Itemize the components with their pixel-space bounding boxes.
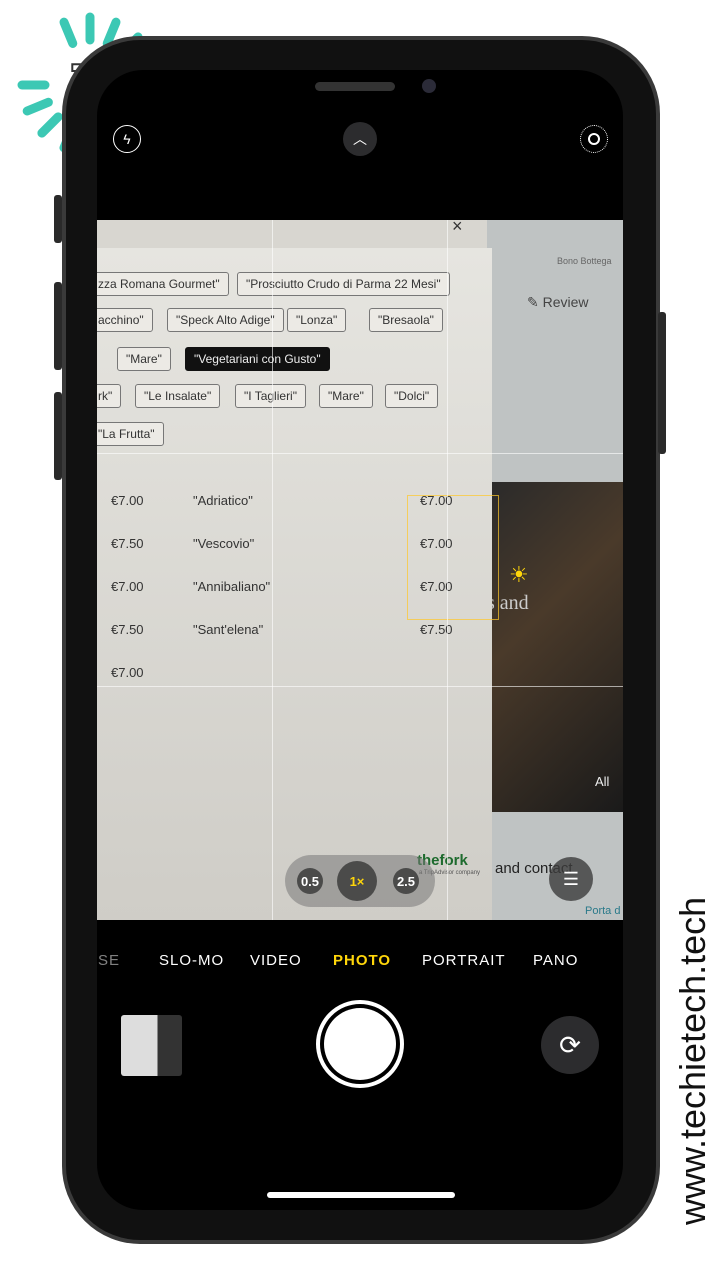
category-chip: "La Frutta" xyxy=(97,422,164,446)
background-photo: s and All xyxy=(487,482,623,812)
category-chip: "Prosciutto Crudo di Parma 22 Mesi" xyxy=(237,272,450,296)
exposure-sun-icon[interactable]: ☀ xyxy=(509,562,529,588)
category-chip: acchino" xyxy=(97,308,153,332)
mode-slo-mo[interactable]: SLO-MO xyxy=(159,952,224,969)
viewfinder[interactable]: Bono Bottega ✎ Review s and All and cont… xyxy=(97,220,623,920)
category-chip: "Bresaola" xyxy=(369,308,443,332)
live-photo-icon[interactable] xyxy=(580,125,608,153)
logo-ray xyxy=(22,97,53,116)
mode-video[interactable]: VIDEO xyxy=(250,952,302,969)
chevron-up-icon[interactable]: ︿ xyxy=(343,122,377,156)
power-button xyxy=(658,312,666,454)
category-chip: "Vegetariani con Gusto" xyxy=(185,347,330,371)
mode-photo[interactable]: PHOTO xyxy=(333,952,391,969)
notch xyxy=(210,70,510,112)
flash-icon[interactable]: ϟ xyxy=(113,125,141,153)
camera-screen: ϟ ︿ Bono Bottega ✎ Review s and All and … xyxy=(97,70,623,1210)
porta-text: Porta d xyxy=(585,905,621,917)
close-mark: × xyxy=(452,220,463,236)
logo-ray xyxy=(37,112,63,138)
home-indicator[interactable] xyxy=(267,1192,455,1198)
logo-ray xyxy=(59,17,78,48)
shop-name: Bono Bottega xyxy=(557,256,612,266)
mode-selector: PSE SLO-MO VIDEO PHOTO PORTRAIT PANO xyxy=(97,952,623,974)
all-photos-text: All xyxy=(595,774,610,789)
live-text-icon[interactable]: ☰ xyxy=(549,857,593,901)
menu-price: €7.00 xyxy=(111,579,144,594)
zoom-0.5[interactable]: 0.5 xyxy=(297,868,323,894)
category-chip: rk" xyxy=(97,384,122,408)
shutter-button[interactable] xyxy=(316,1000,404,1088)
mode-pano[interactable]: PANO xyxy=(533,952,578,969)
menu-price: €7.50 xyxy=(111,536,144,551)
category-chip: "Dolci" xyxy=(385,384,439,408)
zoom-1×[interactable]: 1× xyxy=(337,861,377,901)
category-chip: "I Taglieri" xyxy=(235,384,306,408)
mode-pse[interactable]: PSE xyxy=(97,952,120,969)
review-text: ✎ Review xyxy=(527,294,589,310)
volume-up-button xyxy=(54,282,62,370)
category-chip: "Lonza" xyxy=(287,308,347,332)
category-chip: "Mare" xyxy=(319,384,373,408)
menu-name: "Vescovio" xyxy=(193,536,255,551)
watermark: www.techietech.tech xyxy=(672,896,713,1225)
last-photo-thumbnail[interactable] xyxy=(121,1015,182,1076)
menu-price: €7.50 xyxy=(111,622,144,637)
zoom-2.5[interactable]: 2.5 xyxy=(393,868,419,894)
focus-box xyxy=(407,495,499,620)
mode-portrait[interactable]: PORTRAIT xyxy=(422,952,506,969)
category-chip: zza Romana Gourmet" xyxy=(97,272,229,296)
menu-price: €7.00 xyxy=(111,493,144,508)
menu-name: "Sant'elena" xyxy=(193,622,264,637)
volume-down-button xyxy=(54,392,62,480)
menu-price: €7.00 xyxy=(111,665,144,680)
category-chip: "Speck Alto Adige" xyxy=(167,308,284,332)
category-chip: "Le Insalate" xyxy=(135,384,221,408)
category-chip: "Mare" xyxy=(117,347,171,371)
mute-switch xyxy=(54,195,62,243)
flip-camera-icon[interactable]: ⟳ xyxy=(541,1016,599,1074)
menu-name: "Annibaliano" xyxy=(193,579,271,594)
menu-name: "Adriatico" xyxy=(193,493,253,508)
